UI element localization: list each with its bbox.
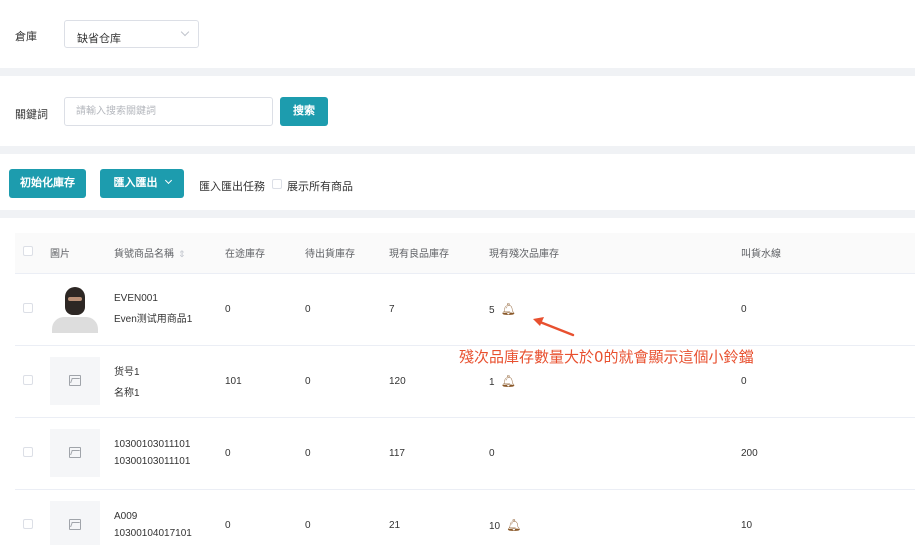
col-header-good: 現有良品庫存 (383, 233, 483, 274)
inventory-table: 圖片 貨號商品名稱 ⇕ 在途庫存 待出貨庫存 現有良品庫存 現有殘次品庫存 叫貨水… (15, 233, 915, 545)
row-checkbox[interactable] (23, 374, 33, 385)
pending-cell: 0 (299, 489, 383, 545)
defective-cell: 10 🔔︎ (483, 489, 735, 545)
select-all-checkbox[interactable] (23, 246, 33, 257)
product-code: 货号1 (114, 367, 140, 378)
col-header-threshold: 叫貨水線 (735, 233, 915, 274)
good-cell: 7 (383, 273, 483, 346)
image-placeholder-icon (50, 429, 100, 477)
in-transit-cell: 0 (219, 489, 299, 545)
defective-cell: 0 (483, 417, 735, 490)
table-row[interactable]: EVEN001 Even测试用商品1 0 0 7 5 🔔︎ 0 (15, 273, 915, 346)
threshold-cell: 0 (735, 345, 915, 418)
pending-cell: 0 (299, 273, 383, 346)
show-all-checkbox[interactable] (272, 179, 282, 189)
warehouse-label: 倉庫 (15, 31, 37, 43)
show-all-label: 展示所有商品 (287, 181, 353, 193)
table-row[interactable]: 10300103011101 10300103011101 0 0 117 0 2… (15, 417, 915, 490)
in-transit-cell: 101 (219, 345, 299, 418)
threshold-cell: 10 (735, 489, 915, 545)
pending-cell: 0 (299, 417, 383, 490)
import-export-tasks-link[interactable]: 匯入匯出任務 (199, 178, 265, 194)
chevron-down-icon (180, 27, 190, 37)
toolbar-panel: 初始化庫存 匯入匯出 匯入匯出任務 展示所有商品 (0, 154, 915, 210)
bell-icon: 🔔︎ (500, 302, 516, 316)
threshold-cell: 200 (735, 417, 915, 490)
row-checkbox[interactable] (23, 446, 33, 457)
product-name: 10300104017101 (114, 528, 192, 539)
defective-value: 0 (489, 447, 495, 459)
product-name: 名称1 (114, 388, 140, 399)
product-code: A009 (114, 511, 138, 522)
pending-cell: 0 (299, 345, 383, 418)
product-photo (50, 285, 100, 333)
image-placeholder-icon (50, 501, 100, 545)
table-row[interactable]: A009 10300104017101 0 0 21 10 🔔︎ 10 (15, 489, 915, 545)
product-code: 10300103011101 (114, 439, 191, 450)
row-checkbox[interactable] (23, 302, 33, 313)
annotation-arrow (533, 317, 575, 337)
col-header-in-transit: 在途庫存 (219, 233, 299, 274)
in-transit-cell: 0 (219, 273, 299, 346)
col-header-defective: 現有殘次品庫存 (483, 233, 735, 274)
table-header-row: 圖片 貨號商品名稱 ⇕ 在途庫存 待出貨庫存 現有良品庫存 現有殘次品庫存 叫貨水… (15, 233, 915, 274)
sort-icon[interactable]: ⇕ (178, 249, 186, 259)
defective-value: 10 (489, 521, 501, 532)
defective-value: 1 (489, 377, 495, 388)
warehouse-select[interactable]: 缺省仓库 (64, 20, 199, 48)
product-code: EVEN001 (114, 293, 158, 304)
chevron-down-icon (164, 176, 172, 185)
bell-icon: 🔔︎ (506, 518, 522, 532)
good-cell: 21 (383, 489, 483, 545)
bell-icon: 🔔︎ (500, 374, 516, 388)
warehouse-panel: 倉庫 缺省仓库 (0, 0, 915, 68)
image-placeholder-icon (50, 357, 100, 405)
defective-cell: 5 🔔︎ (483, 273, 735, 346)
keyword-label: 關鍵詞 (15, 109, 48, 121)
search-input[interactable] (64, 97, 273, 126)
defective-value: 5 (489, 305, 495, 316)
good-cell: 117 (383, 417, 483, 490)
search-button[interactable]: 搜索 (280, 97, 328, 126)
init-inventory-button[interactable]: 初始化庫存 (9, 169, 86, 198)
in-transit-cell: 0 (219, 417, 299, 490)
product-name: 10300103011101 (114, 456, 191, 467)
warehouse-selected-value: 缺省仓库 (77, 33, 121, 45)
import-export-button[interactable]: 匯入匯出 (100, 169, 184, 198)
threshold-cell: 0 (735, 273, 915, 346)
product-name: Even测试用商品1 (114, 314, 193, 325)
row-checkbox[interactable] (23, 518, 33, 529)
col-header-product-label: 貨號商品名稱 (114, 249, 174, 261)
col-header-pending: 待出貨庫存 (299, 233, 383, 274)
col-header-product[interactable]: 貨號商品名稱 ⇕ (108, 233, 219, 274)
col-header-image: 圖片 (44, 233, 108, 274)
keyword-panel: 關鍵詞 搜索 (0, 76, 915, 146)
import-export-label: 匯入匯出 (113, 177, 158, 189)
annotation-text: 殘次品庫存數量大於0的就會顯示這個小鈴鐺 (459, 348, 754, 366)
